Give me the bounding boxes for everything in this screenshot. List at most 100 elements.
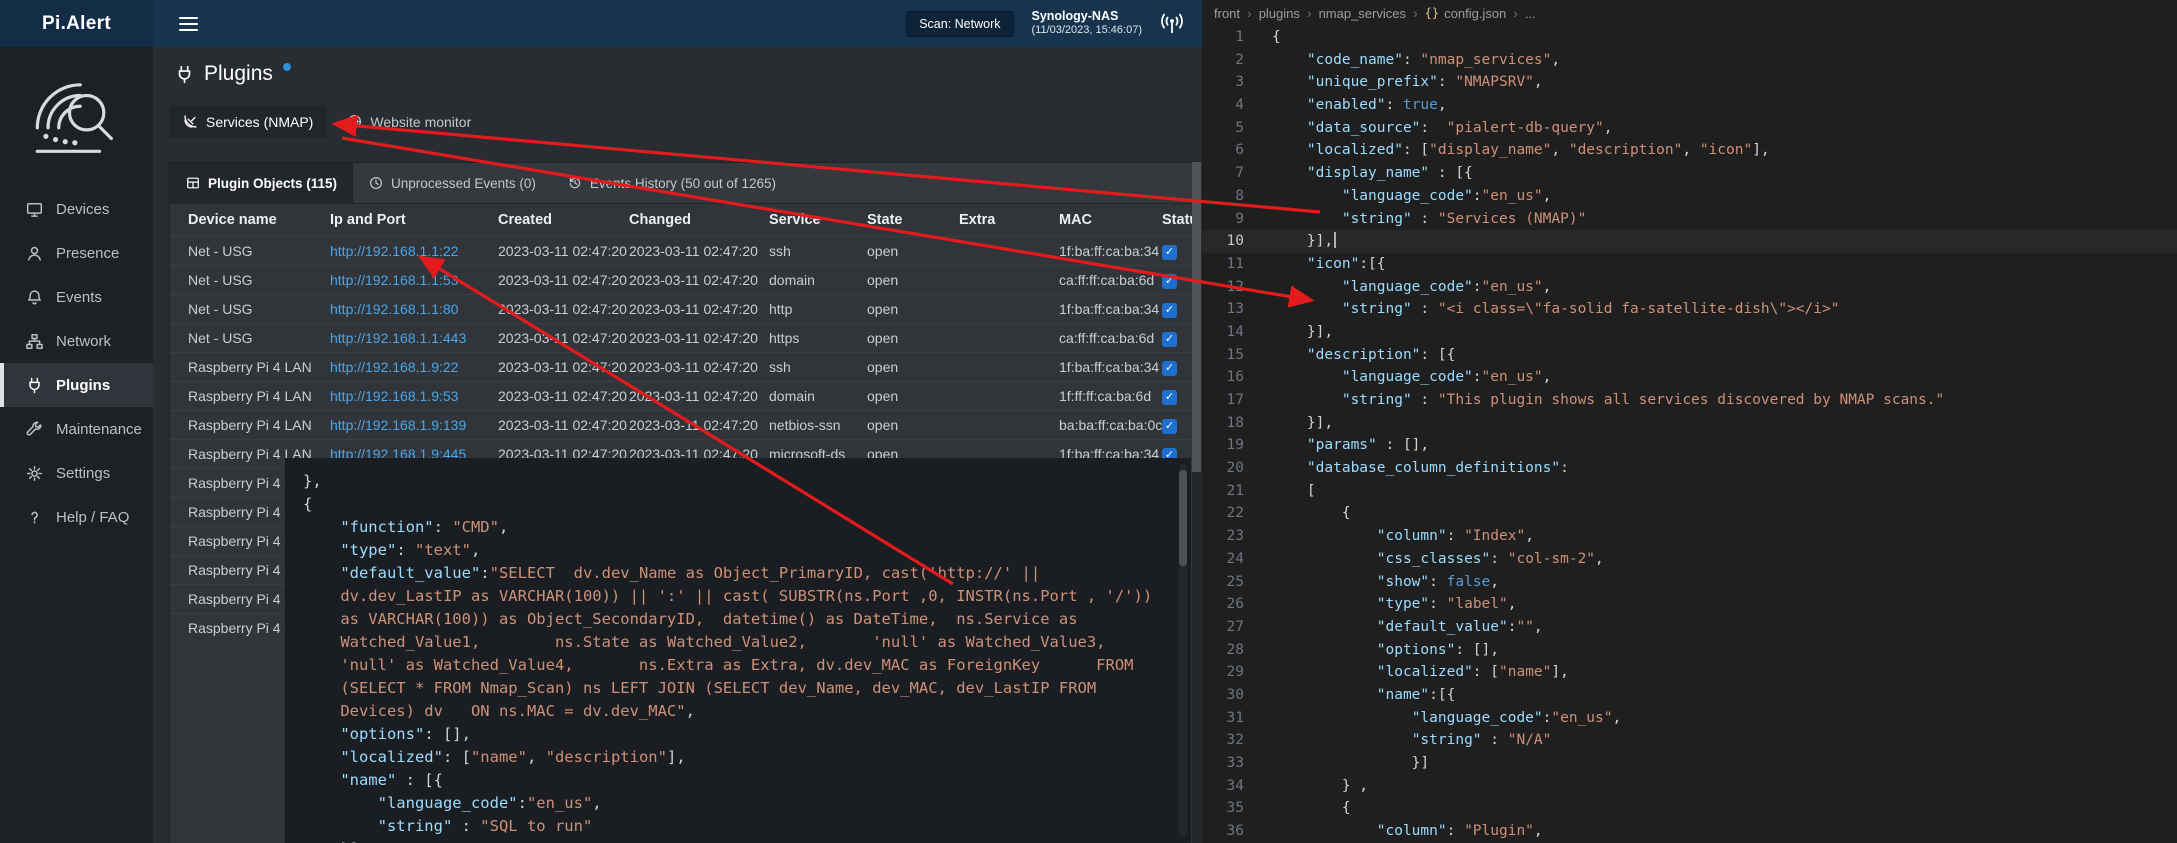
subtab-events-history-50-out-of-1265[interactable]: Events History (50 out of 1265)	[552, 163, 792, 203]
code-line-20[interactable]: 20 "database_column_definitions":	[1202, 457, 2177, 480]
breadcrumb: front›plugins›nmap_services›{}config.jso…	[1202, 0, 2177, 26]
row-checkbox[interactable]: ✓	[1162, 332, 1177, 347]
code-line-14[interactable]: 14 }],	[1202, 321, 2177, 344]
sidebar-item-network[interactable]: Network	[0, 319, 153, 363]
question-icon	[26, 509, 43, 526]
menu-toggle-icon[interactable]	[173, 7, 204, 41]
tab-website-monitor[interactable]: Website monitor	[333, 105, 485, 138]
code-line-25[interactable]: 25 "show": false,	[1202, 571, 2177, 594]
code-line-15[interactable]: 15 "description": [{	[1202, 344, 2177, 367]
code-line-28[interactable]: 28 "options": [],	[1202, 639, 2177, 662]
row-checkbox[interactable]: ✓	[1162, 419, 1177, 434]
breadcrumb-item-nmap-services[interactable]: nmap_services	[1319, 6, 1406, 21]
col-header-created[interactable]: Created	[498, 204, 629, 237]
sidebar: DevicesPresence Events NetworkPluginsMaint…	[0, 47, 153, 843]
breadcrumb-item-front[interactable]: front	[1214, 6, 1240, 21]
sidebar-item-help-faq[interactable]: Help / FAQ	[0, 495, 153, 539]
sidebar-item-devices[interactable]: Devices	[0, 187, 153, 231]
code-line-36[interactable]: 36 "column": "Plugin",	[1202, 820, 2177, 843]
col-header-ip-and-port[interactable]: Ip and Port	[330, 204, 498, 237]
code-line-7[interactable]: 7 "display_name" : [{	[1202, 162, 2177, 185]
broadcast-tower-icon[interactable]	[1160, 12, 1184, 36]
sidebar-item-maintenance[interactable]: Maintenance	[0, 407, 153, 451]
code-line-16[interactable]: 16 "language_code":"en_us",	[1202, 366, 2177, 389]
info-dot[interactable]	[283, 63, 291, 71]
ip-port-link[interactable]: http://192.168.1.9:53	[330, 388, 458, 404]
subtab-unprocessed-events-0[interactable]: Unprocessed Events (0)	[353, 163, 552, 203]
line-number: 13	[1202, 298, 1244, 321]
col-header-service[interactable]: Service	[769, 204, 867, 237]
code-line-32[interactable]: 32 "string" : "N/A"	[1202, 729, 2177, 752]
code-line-34[interactable]: 34 } ,	[1202, 775, 2177, 798]
sidebar-item-settings[interactable]: Settings	[0, 451, 153, 495]
code-line-1[interactable]: 1{	[1202, 26, 2177, 49]
app-logo[interactable]: Pi.Alert	[0, 0, 153, 47]
breadcrumb-item-config-json[interactable]: {}config.json	[1425, 6, 1507, 21]
code-line-10[interactable]: 10 }],	[1202, 230, 2177, 253]
col-header-mac[interactable]: MAC	[1059, 204, 1162, 237]
code-line-4[interactable]: 4 "enabled": true,	[1202, 94, 2177, 117]
sidebar-item-presence[interactable]: Presence	[0, 231, 153, 275]
col-header-state[interactable]: State	[867, 204, 959, 237]
code-line-19[interactable]: 19 "params" : [],	[1202, 434, 2177, 457]
snippet-scrollbar[interactable]	[1179, 464, 1187, 837]
code-line-6[interactable]: 6 "localized": ["display_name", "descrip…	[1202, 139, 2177, 162]
breadcrumb-item-[interactable]: ...	[1525, 6, 1536, 21]
line-content: "display_name" : [{	[1244, 162, 1473, 185]
col-header-status[interactable]: Status	[1162, 204, 1192, 237]
code-line-12[interactable]: 12 "language_code":"en_us",	[1202, 276, 2177, 299]
row-checkbox[interactable]: ✓	[1162, 245, 1177, 260]
table-header-row: Device nameIp and PortCreatedChangedServ…	[170, 204, 1192, 237]
code-line-8[interactable]: 8 "language_code":"en_us",	[1202, 185, 2177, 208]
code-line-30[interactable]: 30 "name":[{	[1202, 684, 2177, 707]
row-checkbox[interactable]: ✓	[1162, 390, 1177, 405]
code-line-24[interactable]: 24 "css_classes": "col-sm-2",	[1202, 548, 2177, 571]
code-line-9[interactable]: 9 "string" : "Services (NMAP)"	[1202, 208, 2177, 231]
code-line-3[interactable]: 3 "unique_prefix": "NMAPSRV",	[1202, 71, 2177, 94]
breadcrumb-item-plugins[interactable]: plugins	[1259, 6, 1300, 21]
code-line-31[interactable]: 31 "language_code":"en_us",	[1202, 707, 2177, 730]
line-content: "code_name": "nmap_services",	[1244, 49, 1560, 72]
code-line-33[interactable]: 33 }]	[1202, 752, 2177, 775]
row-checkbox[interactable]: ✓	[1162, 303, 1177, 318]
cell-state: open	[867, 324, 959, 353]
cell-created: 2023-03-11 02:47:20	[498, 411, 629, 440]
sidebar-item-plugins[interactable]: Plugins	[0, 363, 153, 407]
col-header-device-name[interactable]: Device name	[170, 204, 330, 237]
code-line-11[interactable]: 11 "icon":[{	[1202, 253, 2177, 276]
row-checkbox[interactable]: ✓	[1162, 274, 1177, 289]
sidebar-item-events[interactable]: Events	[0, 275, 153, 319]
ip-port-link[interactable]: http://192.168.1.9:139	[330, 417, 466, 433]
code-line-5[interactable]: 5 "data_source": "pialert-db-query",	[1202, 117, 2177, 140]
tab-services-nmap[interactable]: Services (NMAP)	[169, 105, 327, 138]
page-scrollbar[interactable]	[1192, 162, 1201, 843]
code-line-22[interactable]: 22 {	[1202, 502, 2177, 525]
line-number: 7	[1202, 162, 1244, 185]
code-line-27[interactable]: 27 "default_value":"",	[1202, 616, 2177, 639]
ip-port-link[interactable]: http://192.168.1.1:80	[330, 301, 458, 317]
col-header-extra[interactable]: Extra	[959, 204, 1059, 237]
col-header-changed[interactable]: Changed	[629, 204, 769, 237]
code-line-29[interactable]: 29 "localized": ["name"],	[1202, 661, 2177, 684]
line-number: 6	[1202, 139, 1244, 162]
code-line-13[interactable]: 13 "string" : "<i class=\"fa-solid fa-sa…	[1202, 298, 2177, 321]
ip-port-link[interactable]: http://192.168.1.9:22	[330, 359, 458, 375]
code-line-18[interactable]: 18 }],	[1202, 412, 2177, 435]
cell-created: 2023-03-11 02:47:20	[498, 353, 629, 382]
editor-code-area[interactable]: 1{2 "code_name": "nmap_services",3 "uniq…	[1202, 26, 2177, 843]
code-line-17[interactable]: 17 "string" : "This plugin shows all ser…	[1202, 389, 2177, 412]
table-row: Raspberry Pi 4 LANhttp://192.168.1.9:139…	[170, 411, 1192, 440]
row-checkbox[interactable]: ✓	[1162, 361, 1177, 376]
sidebar-item-label: Events	[56, 289, 102, 306]
code-line-21[interactable]: 21 [	[1202, 480, 2177, 503]
code-line-26[interactable]: 26 "type": "label",	[1202, 593, 2177, 616]
ip-port-link[interactable]: http://192.168.1.1:22	[330, 243, 458, 259]
wrench-icon	[26, 421, 43, 438]
code-line-2[interactable]: 2 "code_name": "nmap_services",	[1202, 49, 2177, 72]
code-line-23[interactable]: 23 "column": "Index",	[1202, 525, 2177, 548]
ip-port-link[interactable]: http://192.168.1.1:443	[330, 330, 466, 346]
history-icon	[568, 176, 582, 190]
subtab-plugin-objects-115[interactable]: Plugin Objects (115)	[170, 163, 353, 203]
ip-port-link[interactable]: http://192.168.1.1:53	[330, 272, 458, 288]
code-line-35[interactable]: 35 {	[1202, 797, 2177, 820]
